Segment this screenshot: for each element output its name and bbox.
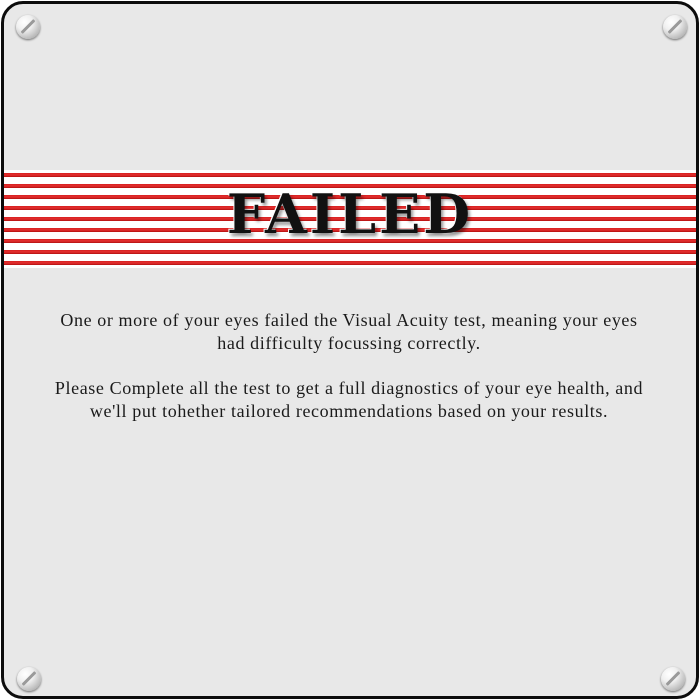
screw-icon bbox=[663, 15, 687, 39]
screw-icon bbox=[661, 667, 685, 691]
result-panel: FAILED One or more of your eyes failed t… bbox=[1, 1, 699, 699]
failed-title: FAILED bbox=[226, 182, 474, 246]
screw-icon bbox=[16, 15, 40, 39]
recommendation-text: Please Complete all the test to get a fu… bbox=[54, 378, 644, 421]
screw-icon bbox=[17, 667, 41, 691]
failure-explanation-text: One or more of your eyes failed the Visu… bbox=[60, 310, 638, 353]
